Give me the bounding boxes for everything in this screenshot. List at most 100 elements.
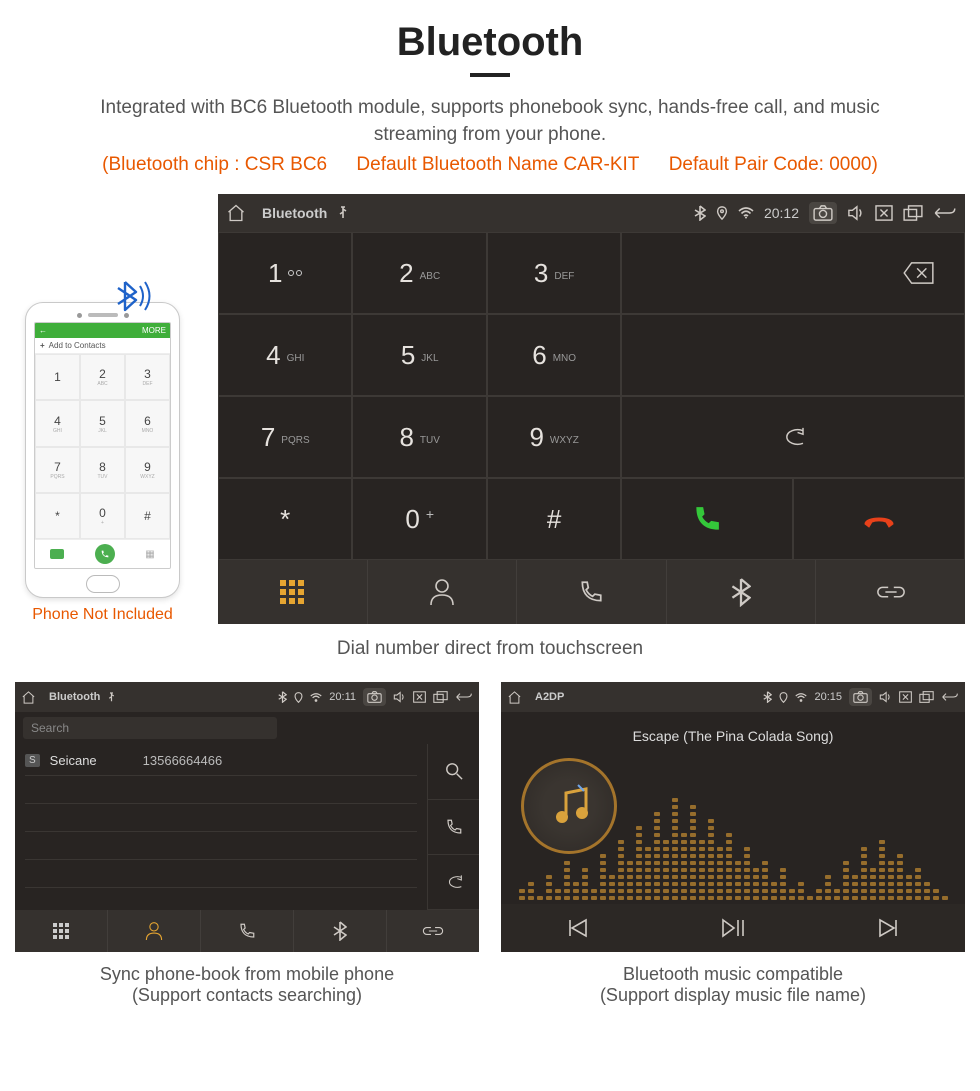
dialer-key-9[interactable]: 9WXYZ — [487, 396, 621, 478]
phone-key: 5JKL — [80, 400, 125, 446]
side-call-button[interactable] — [427, 800, 479, 855]
contact-number: 13566664466 — [143, 753, 223, 768]
eq-bar — [942, 896, 948, 900]
close-app-icon[interactable] — [875, 205, 893, 221]
phonebook-nav-strip — [15, 910, 479, 952]
music-panel: A2DP 20:15 Escape (The Pina Colada Song) — [501, 682, 965, 952]
nav-contacts-button[interactable] — [108, 910, 201, 952]
usb-icon — [337, 206, 349, 220]
dialer-key-0[interactable]: 0+ — [352, 478, 486, 560]
contact-name: Seicane — [50, 753, 97, 768]
screenshot-icon[interactable] — [809, 202, 837, 224]
home-icon[interactable] — [226, 203, 246, 223]
contact-row[interactable]: S Seicane 13566664466 — [25, 746, 417, 776]
recent-apps-icon[interactable] — [433, 691, 448, 703]
back-icon[interactable] — [933, 205, 957, 221]
bluetooth-icon — [333, 921, 347, 941]
nav-callhistory-button[interactable] — [517, 560, 667, 624]
volume-icon[interactable] — [847, 205, 865, 221]
eq-bar — [690, 805, 696, 900]
home-icon[interactable] — [21, 690, 36, 705]
main-caption: Dial number direct from touchscreen — [15, 638, 965, 660]
recent-apps-icon[interactable] — [903, 205, 923, 221]
back-icon[interactable] — [455, 691, 473, 703]
side-refresh-button[interactable] — [427, 855, 479, 910]
spec-pin: Default Pair Code: 0000) — [669, 154, 878, 175]
phone-key: 8TUV — [80, 447, 125, 493]
close-app-icon[interactable] — [413, 691, 426, 703]
nav-pair-button[interactable] — [387, 910, 479, 952]
search-input[interactable]: Search — [23, 717, 277, 739]
eq-bar — [789, 889, 795, 900]
phone-voicemail-icon — [50, 549, 64, 559]
eq-bar — [879, 840, 885, 900]
eq-bar — [798, 882, 804, 900]
call-answer-button[interactable] — [621, 478, 793, 560]
contacts-list[interactable]: S Seicane 13566664466 — [15, 744, 427, 910]
eq-bar — [564, 861, 570, 900]
home-icon[interactable] — [507, 690, 522, 705]
eq-bar — [924, 882, 930, 900]
dialer-key-#[interactable]: # — [487, 478, 621, 560]
person-icon — [145, 921, 163, 941]
phone-key: 0+ — [80, 493, 125, 539]
list-item — [25, 832, 417, 860]
eq-bar — [753, 868, 759, 900]
side-search-button[interactable] — [427, 744, 479, 799]
back-icon[interactable] — [941, 691, 959, 703]
nav-bluetooth-button[interactable] — [667, 560, 817, 624]
dialer-key-7[interactable]: 7PQRS — [218, 396, 352, 478]
recent-apps-icon[interactable] — [919, 691, 934, 703]
phonebook-caption-l1: Sync phone-book from mobile phone — [100, 964, 394, 984]
location-status-icon — [294, 692, 303, 703]
eq-bar — [933, 889, 939, 900]
nav-bluetooth-button[interactable] — [294, 910, 387, 952]
call-hangup-button[interactable] — [793, 478, 965, 560]
dialer-key-8[interactable]: 8TUV — [352, 396, 486, 478]
dialer-key-3[interactable]: 3DEF — [487, 232, 621, 314]
nav-pair-button[interactable] — [816, 560, 965, 624]
phonebook-caption: Sync phone-book from mobile phone (Suppo… — [15, 964, 479, 1006]
screenshot-icon[interactable] — [363, 688, 386, 706]
phonebook-status-bar: Bluetooth 20:11 — [15, 682, 479, 712]
clock-label: 20:11 — [329, 691, 356, 703]
spec-chip: (Bluetooth chip : CSR BC6 — [102, 154, 327, 175]
dialer-key-2[interactable]: 2ABC — [352, 232, 486, 314]
dialer-keypad: 12ABC3DEF 4GHI5JKL6MNO 7PQRS8TUV9WXYZ *0+# — [218, 232, 621, 560]
app-label: Bluetooth — [262, 205, 327, 221]
nav-keypad-button[interactable] — [218, 560, 368, 624]
play-pause-button[interactable] — [720, 918, 746, 938]
dialer-key-6[interactable]: 6MNO — [487, 314, 621, 396]
volume-icon[interactable] — [879, 691, 892, 703]
eq-bar — [591, 889, 597, 900]
dialer-key-5[interactable]: 5JKL — [352, 314, 486, 396]
close-app-icon[interactable] — [899, 691, 912, 703]
redial-button[interactable] — [621, 396, 965, 478]
eq-bar — [528, 882, 534, 900]
phone-key: 6MNO — [125, 400, 170, 446]
music-caption: Bluetooth music compatible (Support disp… — [501, 964, 965, 1006]
next-track-button[interactable] — [876, 918, 900, 938]
eq-bar — [663, 840, 669, 900]
screenshot-icon[interactable] — [849, 688, 872, 706]
eq-bar — [897, 854, 903, 900]
prev-track-button[interactable] — [566, 918, 590, 938]
dialer-key-4[interactable]: 4GHI — [218, 314, 352, 396]
track-title: Escape (The Pina Colada Song) — [633, 728, 834, 744]
empty-row — [621, 314, 965, 396]
eq-bar — [780, 868, 786, 900]
dialer-nav-strip — [218, 560, 965, 624]
dialer-key-1[interactable]: 1 — [218, 232, 352, 314]
music-status-bar: A2DP 20:15 — [501, 682, 965, 712]
backspace-button[interactable] — [621, 232, 965, 314]
list-item — [25, 860, 417, 888]
phone-key: * — [35, 493, 80, 539]
spec-name: Default Bluetooth Name CAR-KIT — [356, 154, 639, 175]
nav-contacts-button[interactable] — [368, 560, 518, 624]
list-item — [25, 804, 417, 832]
nav-keypad-button[interactable] — [15, 910, 108, 952]
nav-callhistory-button[interactable] — [201, 910, 294, 952]
eq-bar — [609, 875, 615, 900]
volume-icon[interactable] — [393, 691, 406, 703]
dialer-key-*[interactable]: * — [218, 478, 352, 560]
